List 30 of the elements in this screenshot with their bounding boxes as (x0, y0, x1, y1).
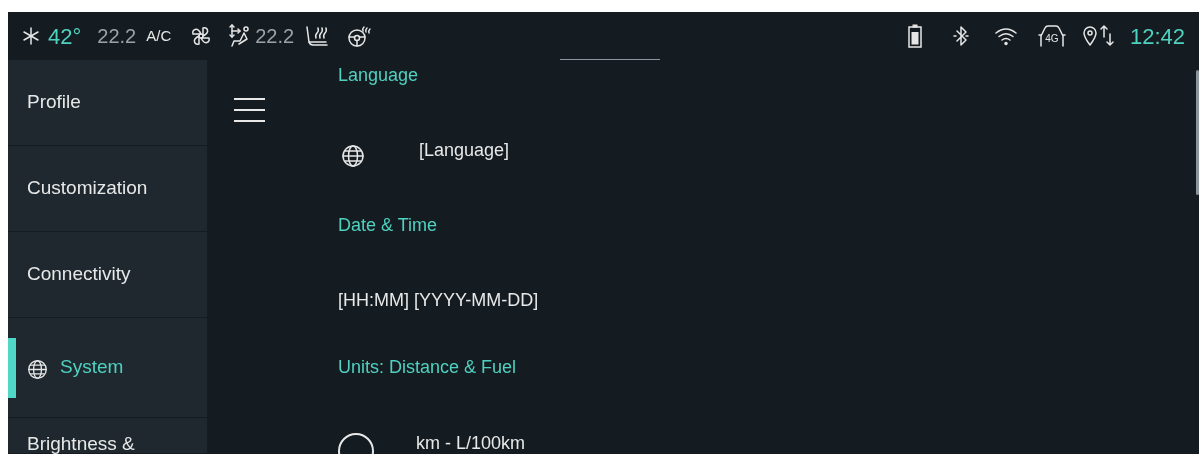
globe-icon (341, 144, 365, 168)
outside-temperature: 42° (48, 22, 82, 51)
sidebar-item[interactable]: Connectivity (8, 232, 207, 318)
menu-icon[interactable] (234, 97, 265, 123)
bluetooth-icon (951, 25, 970, 47)
clock-time: 12:42 (1129, 22, 1185, 51)
location-pin-icon (1081, 25, 1098, 47)
battery-icon (907, 24, 922, 48)
sidebar-item[interactable]: Profile (8, 60, 207, 146)
date-time-value[interactable]: [HH:MM] [YYYY-MM-DD] (338, 286, 539, 314)
units-option[interactable]: km - L/100km (416, 430, 526, 454)
snowflake-icon (22, 27, 40, 45)
driver-temperature: 22.2 (97, 24, 137, 49)
ac-button[interactable]: A/C (146, 24, 172, 48)
drag-handle[interactable] (560, 59, 660, 60)
heated-seat-icon (304, 24, 331, 48)
passenger-temperature: 22.2 (255, 24, 295, 49)
scrollbar[interactable] (1196, 70, 1199, 195)
wifi-icon (993, 26, 1018, 46)
sidebar-item[interactable]: System (8, 318, 207, 418)
up-down-arrows-icon (1099, 24, 1114, 48)
section-header: Language (338, 63, 419, 87)
heated-steering-wheel-icon (346, 24, 373, 48)
section-header: Units: Distance & Fuel (338, 355, 517, 379)
sidebar-item[interactable]: Customization (8, 146, 207, 232)
globe-icon (27, 359, 48, 380)
sidebar-item[interactable]: Brightness & (8, 418, 207, 454)
selection-indicator (8, 338, 16, 398)
language-option[interactable]: [Language] (419, 136, 510, 164)
section-header: Date & Time (338, 213, 438, 237)
